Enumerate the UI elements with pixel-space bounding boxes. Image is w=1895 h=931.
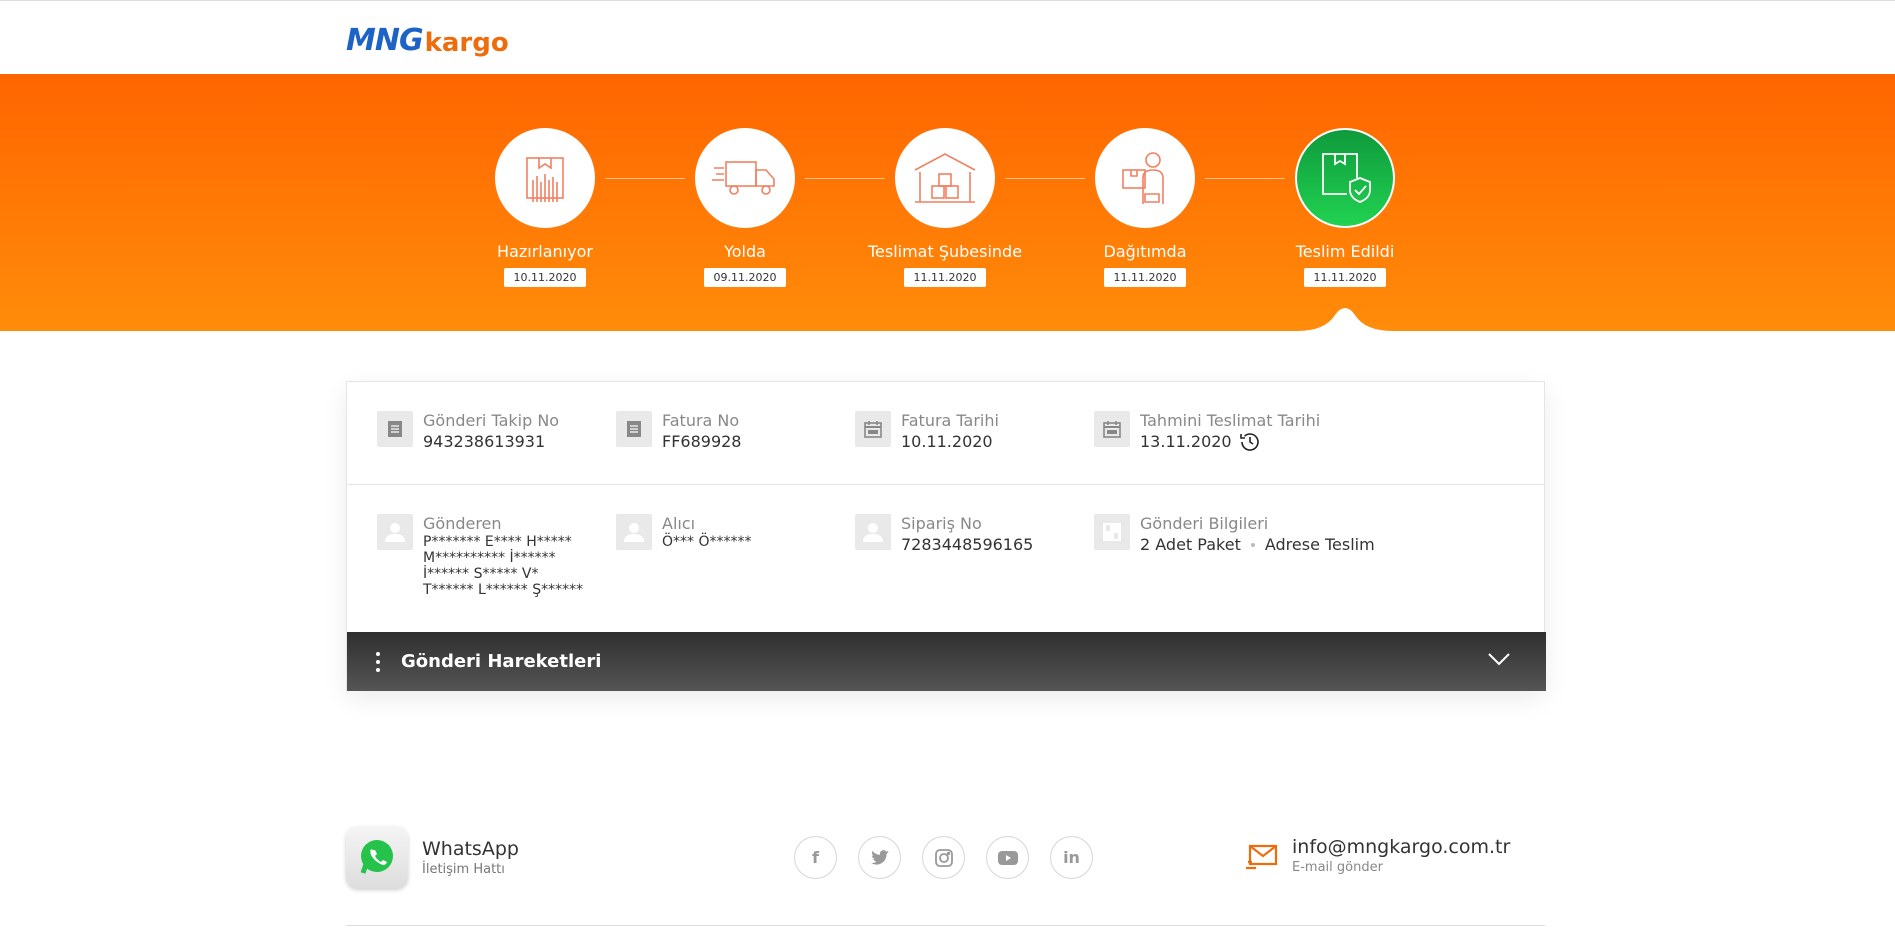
user-icon: [616, 514, 652, 550]
youtube-icon[interactable]: [986, 836, 1029, 879]
invoice-date-field: Fatura Tarihi 10.11.2020: [855, 411, 999, 453]
progress-steps: Hazırlanıyor 10.11.2020 Yolda 09.11.2020…: [0, 128, 1895, 298]
order-number-field: Sipariş No 7283448596165: [855, 514, 1033, 556]
delivered-package-icon: [1295, 128, 1395, 228]
chevron-down-icon: [1488, 653, 1510, 666]
site-header: MNG kargo: [0, 3, 1895, 74]
tracking-number-field: Gönderi Takip No 943238613931: [377, 411, 559, 453]
sender-field: Gönderen P******* E**** H***** M********…: [377, 514, 583, 598]
social-links: f in: [794, 836, 1093, 879]
history-clock-icon[interactable]: [1238, 431, 1262, 453]
calendar-icon: [855, 411, 891, 447]
whatsapp-contact[interactable]: WhatsApp İletişim Hattı: [346, 826, 519, 888]
step-preparing: Hazırlanıyor 10.11.2020: [445, 128, 645, 287]
shipment-info-field: Gönderi Bilgileri 2 Adet Paket Adrese Te…: [1094, 514, 1375, 556]
document-icon: [616, 411, 652, 447]
step-at-branch: Teslimat Şubesinde 11.11.2020: [845, 128, 1045, 287]
mng-kargo-logo[interactable]: MNG kargo: [346, 23, 509, 58]
email-contact[interactable]: info@mngkargo.com.tr E-mail gönder: [1246, 836, 1510, 875]
banner-notch: [1297, 308, 1393, 335]
whatsapp-icon: [346, 826, 408, 888]
twitter-icon[interactable]: [858, 836, 901, 879]
invoice-number-field: Fatura No FF689928: [616, 411, 741, 453]
estimated-delivery-field: Tahmini Teslimat Tarihi 13.11.2020: [1094, 411, 1320, 453]
instagram-icon[interactable]: [922, 836, 965, 879]
package-info-icon: [1094, 514, 1130, 550]
shipment-details-card: Gönderi Takip No 943238613931 Fatura No …: [346, 381, 1546, 691]
document-icon: [377, 411, 413, 447]
step-delivered: Teslim Edildi 11.11.2020: [1245, 128, 1445, 287]
package-scan-icon: [495, 128, 595, 228]
user-icon: [377, 514, 413, 550]
shipment-movements-toggle[interactable]: Gönderi Hareketleri: [347, 632, 1546, 691]
truck-icon: [695, 128, 795, 228]
facebook-icon[interactable]: f: [794, 836, 837, 879]
step-distributing: Dağıtımda 11.11.2020: [1045, 128, 1245, 287]
calendar-icon: [1094, 411, 1130, 447]
email-icon: [1246, 844, 1278, 869]
step-on-the-way: Yolda 09.11.2020: [645, 128, 845, 287]
site-footer: WhatsApp İletişim Hattı f in info@mngkar…: [346, 826, 1545, 926]
user-icon: [855, 514, 891, 550]
separator-dot: [1250, 543, 1255, 547]
receiver-field: Alıcı Ö*** Ö******: [616, 514, 752, 550]
warehouse-icon: [895, 128, 995, 228]
courier-icon: [1095, 128, 1195, 228]
more-vertical-icon: [369, 651, 387, 672]
linkedin-icon[interactable]: in: [1050, 836, 1093, 879]
